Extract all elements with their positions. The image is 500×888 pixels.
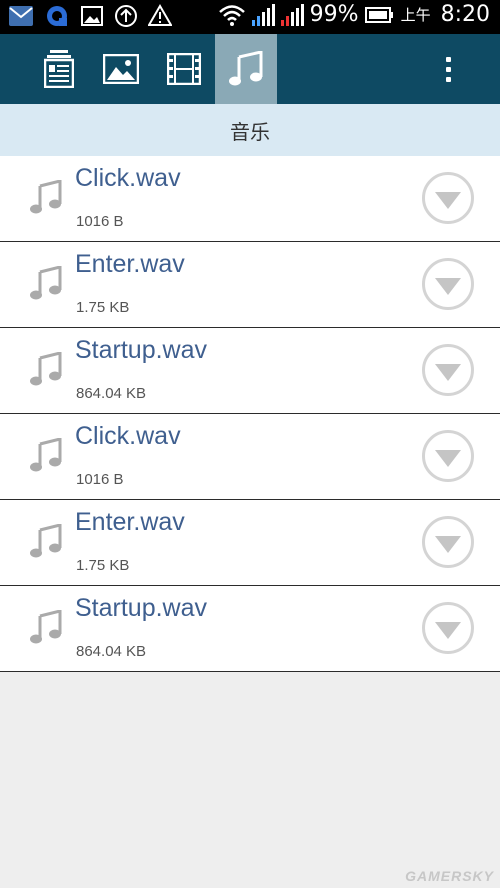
music-note-icon [30, 266, 62, 300]
file-name: Startup.wav [75, 594, 208, 622]
list-item[interactable]: Enter.wav 1.75 KB [0, 500, 500, 586]
music-note-icon [30, 610, 62, 644]
music-note-icon [30, 352, 62, 386]
watermark: GAMERSKY [405, 868, 494, 884]
chevron-down-icon [435, 450, 461, 467]
expand-button[interactable] [422, 258, 474, 310]
clock-time: 8:20 [440, 2, 490, 27]
expand-button[interactable] [422, 516, 474, 568]
notification-icons [8, 4, 172, 28]
chevron-down-icon [435, 364, 461, 381]
tab-images[interactable] [90, 34, 152, 104]
expand-button[interactable] [422, 602, 474, 654]
chevron-down-icon [435, 536, 461, 553]
tab-videos[interactable] [153, 34, 215, 104]
mail-icon [9, 6, 33, 26]
image-icon [103, 54, 139, 84]
file-size: 864.04 KB [76, 385, 147, 402]
file-name: Click.wav [75, 422, 181, 450]
music-note-icon [30, 438, 62, 472]
music-icon [229, 51, 263, 86]
wifi-icon [218, 4, 245, 26]
expand-button[interactable] [422, 430, 474, 482]
list-item[interactable]: Click.wav 1016 B [0, 414, 500, 500]
file-size: 1.75 KB [76, 557, 130, 574]
system-icons: 99% 上午 8:20 [218, 2, 490, 27]
signal-icon [251, 3, 275, 26]
tab-documents[interactable] [28, 34, 90, 104]
sync-icon [47, 6, 67, 26]
battery-icon [364, 6, 393, 23]
chevron-down-icon [435, 192, 461, 209]
document-icon [44, 50, 74, 88]
list-item[interactable]: Enter.wav 1.75 KB [0, 242, 500, 328]
list-item[interactable]: Startup.wav 864.04 KB [0, 586, 500, 672]
music-note-icon [30, 524, 62, 558]
chevron-down-icon [435, 278, 461, 295]
image-icon [81, 6, 103, 26]
signal-noservice-icon [280, 3, 304, 26]
clock-ampm: 上午 [400, 6, 431, 24]
upload-icon [115, 5, 137, 27]
file-list: Click.wav 1016 B Enter.wav 1.75 KB Startup.w… [0, 156, 500, 672]
overflow-menu-icon[interactable] [436, 34, 460, 104]
chevron-down-icon [435, 622, 461, 639]
file-size: 1.75 KB [76, 299, 130, 316]
file-size: 864.04 KB [76, 643, 147, 660]
file-size: 1016 B [76, 213, 124, 230]
file-size: 1016 B [76, 471, 124, 488]
video-icon [167, 53, 201, 85]
list-item[interactable]: Startup.wav 864.04 KB [0, 328, 500, 414]
file-name: Enter.wav [75, 508, 185, 536]
battery-percent: 99% [309, 2, 359, 27]
expand-button[interactable] [422, 344, 474, 396]
tab-music[interactable] [215, 34, 277, 104]
warning-icon [148, 4, 172, 26]
status-bar: 99% 上午 8:20 [0, 0, 500, 34]
music-note-icon [30, 180, 62, 214]
category-toolbar [0, 34, 500, 104]
file-name: Click.wav [75, 164, 181, 192]
file-name: Startup.wav [75, 336, 208, 364]
expand-button[interactable] [422, 172, 474, 224]
section-header: 音乐 [0, 104, 500, 156]
list-item[interactable]: Click.wav 1016 B [0, 156, 500, 242]
file-name: Enter.wav [75, 250, 185, 278]
